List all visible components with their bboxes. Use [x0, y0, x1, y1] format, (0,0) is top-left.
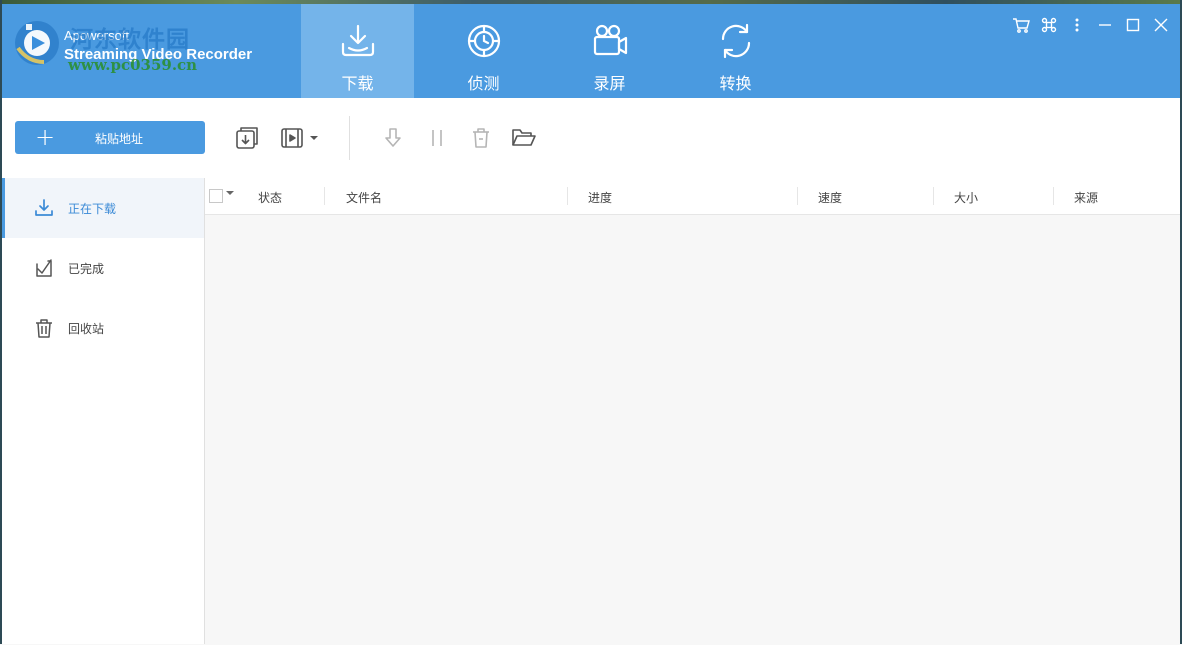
window-controls	[1012, 14, 1170, 36]
app-window: Apowersoft Streaming Video Recorder 河东软件…	[0, 0, 1182, 644]
video-camera-icon	[593, 24, 628, 56]
plus-icon: +	[35, 123, 56, 151]
sidebar-item-downloading[interactable]: 正在下载	[2, 178, 204, 238]
sidebar-item-label: 已完成	[68, 262, 105, 276]
minimize-button[interactable]	[1096, 14, 1114, 36]
more-vertical-icon	[1075, 18, 1079, 32]
column-divider	[1053, 187, 1054, 205]
maximize-button[interactable]	[1124, 14, 1142, 36]
column-status[interactable]: 状态	[258, 189, 282, 206]
dropdown-arrow-icon	[310, 136, 318, 140]
command-icon	[1041, 17, 1057, 33]
column-progress[interactable]: 进度	[588, 189, 612, 206]
resume-download-button[interactable]	[378, 124, 408, 152]
tab-download[interactable]: 下载	[301, 4, 414, 98]
tab-record-label: 录屏	[593, 74, 626, 93]
delete-icon	[473, 128, 489, 148]
tab-download-label: 下载	[341, 74, 374, 93]
open-folder-button[interactable]	[509, 124, 539, 152]
download-tray-icon	[341, 24, 375, 57]
cart-button[interactable]	[1012, 14, 1030, 36]
close-button[interactable]	[1152, 14, 1170, 36]
tab-detect[interactable]: 侦测	[427, 4, 540, 98]
video-file-icon	[281, 128, 303, 148]
completed-check-icon	[36, 259, 52, 277]
cart-icon	[1013, 18, 1030, 33]
sidebar-item-completed[interactable]: 已完成	[2, 238, 204, 298]
minimize-icon	[1099, 24, 1111, 26]
column-divider	[797, 187, 798, 205]
sidebar-item-recycle-bin[interactable]: 回收站	[2, 298, 204, 358]
toolbar-divider	[349, 116, 350, 160]
select-all-checkbox[interactable]	[209, 189, 223, 203]
pause-icon	[432, 130, 442, 146]
toolbar: + 粘贴地址	[2, 98, 1180, 179]
tab-record[interactable]: 录屏	[553, 4, 666, 98]
column-divider	[324, 187, 325, 205]
import-download-icon	[236, 127, 258, 149]
header-bar: Apowersoft Streaming Video Recorder 河东软件…	[2, 4, 1180, 98]
import-download-button[interactable]	[232, 124, 262, 152]
pause-button[interactable]	[422, 124, 452, 152]
download-table: 状态 文件名 进度 速度 大小 来源	[205, 178, 1180, 644]
table-header: 状态 文件名 进度 速度 大小 来源	[205, 178, 1180, 215]
watermark-url: www.pc0359.cn	[68, 56, 198, 74]
column-speed[interactable]: 速度	[818, 189, 842, 206]
sidebar: 正在下载 已完成 回收站	[2, 178, 205, 644]
brand: Apowersoft Streaming Video Recorder 河东软件…	[10, 12, 300, 82]
tab-detect-label: 侦测	[467, 74, 500, 93]
column-size[interactable]: 大小	[954, 189, 978, 206]
tab-convert-label: 转换	[719, 74, 752, 93]
trash-icon	[36, 319, 52, 338]
convert-cycle-icon	[721, 23, 751, 59]
download-icon	[35, 199, 53, 216]
tab-convert[interactable]: 转换	[679, 4, 792, 98]
column-filename[interactable]: 文件名	[346, 189, 382, 206]
watermark-text: 河东软件园	[70, 26, 190, 53]
maximize-icon	[1126, 18, 1140, 32]
sidebar-item-label: 正在下载	[68, 202, 117, 216]
resume-download-icon	[385, 128, 401, 147]
detect-target-icon	[467, 24, 501, 58]
open-folder-icon	[512, 129, 536, 146]
select-dropdown-arrow-icon[interactable]	[226, 190, 234, 196]
app-logo-icon	[15, 21, 59, 65]
video-options-dropdown[interactable]	[303, 124, 325, 152]
command-button[interactable]	[1040, 14, 1058, 36]
paste-url-button[interactable]: + 粘贴地址	[15, 121, 205, 154]
main-nav: 下载 侦测 录屏 转换	[301, 4, 805, 98]
table-body-empty	[205, 215, 1180, 645]
column-source[interactable]: 来源	[1074, 189, 1098, 206]
sidebar-item-label: 回收站	[68, 322, 105, 336]
column-divider	[567, 187, 568, 205]
paste-url-label: 粘贴地址	[95, 132, 144, 146]
column-divider	[933, 187, 934, 205]
delete-button[interactable]	[466, 124, 496, 152]
more-button[interactable]	[1068, 14, 1086, 36]
close-icon	[1154, 18, 1168, 32]
